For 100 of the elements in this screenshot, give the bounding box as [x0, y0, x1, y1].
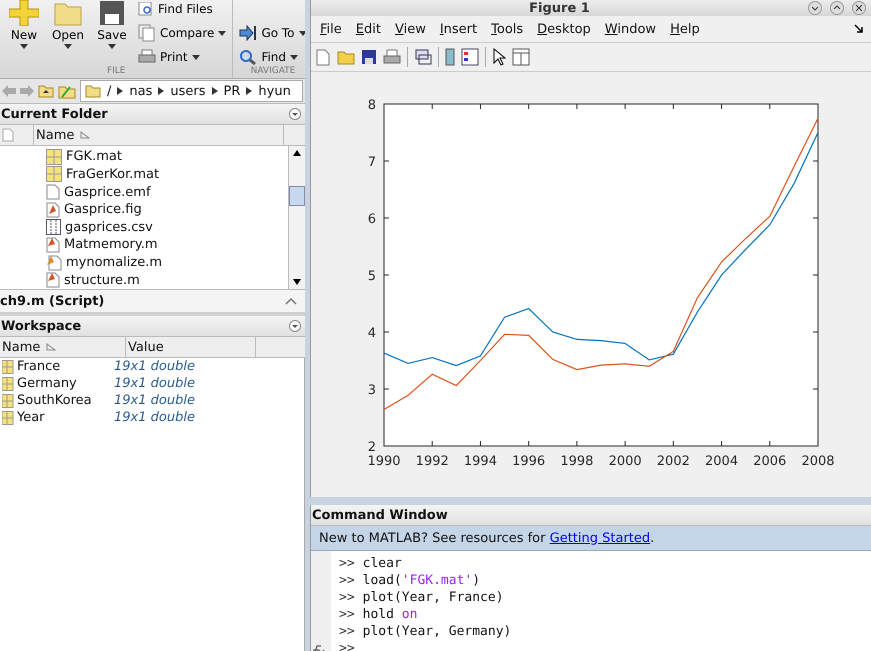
- folder-entry[interactable]: FGK.mat: [46, 148, 288, 166]
- column-header[interactable]: Value: [126, 337, 256, 357]
- command-text: load('FGK.mat'): [362, 573, 480, 588]
- dropdown-icon: [289, 108, 301, 120]
- y-tick-label: 2: [368, 440, 376, 455]
- menu-item[interactable]: Edit: [348, 22, 388, 36]
- command-text: hold on: [362, 607, 418, 622]
- figure-file-icon: [46, 202, 60, 218]
- folder-icon: [337, 49, 355, 65]
- legend-icon: [461, 48, 479, 66]
- section-label: NAVIGATE: [250, 66, 296, 78]
- variable-value: 19x1 double: [114, 410, 195, 425]
- folder-entry[interactable]: Gasprice.fig: [46, 200, 288, 218]
- file-icon: [46, 184, 60, 200]
- prompt: >>: [339, 641, 355, 651]
- x-tick-label: 2006: [753, 454, 786, 469]
- menu-item[interactable]: Desktop: [530, 22, 598, 36]
- menu-item[interactable]: Help: [663, 22, 707, 36]
- menu-item[interactable]: Window: [598, 22, 664, 36]
- y-tick-label: 7: [368, 155, 376, 170]
- file-icon: [2, 128, 14, 142]
- documents-icon: [138, 24, 156, 42]
- panel-title: Current Folder: [1, 106, 108, 122]
- toolstrip-button[interactable]: Save: [92, 0, 132, 66]
- caret-icon: [20, 44, 28, 49]
- floppy-icon: [99, 0, 125, 26]
- prompt: >>: [339, 624, 355, 639]
- dropdown-icon: [289, 320, 301, 332]
- getting-started-link[interactable]: Getting Started: [550, 530, 650, 546]
- column-header[interactable]: Name: [0, 337, 126, 357]
- x-tick-label: 1992: [416, 454, 449, 469]
- folder-entry[interactable]: structure.m: [46, 271, 288, 289]
- folder-entry[interactable]: gasprices.csv: [46, 218, 288, 236]
- folder-entry[interactable]: Gasprice.emf: [46, 183, 288, 201]
- y-tick-label: 4: [368, 326, 376, 341]
- panel-title: Workspace: [1, 318, 82, 334]
- link-icon: [414, 48, 432, 66]
- menu-item[interactable]: File: [313, 22, 349, 36]
- panel-icon: [512, 48, 530, 66]
- floppy-icon: [361, 49, 377, 65]
- variable-value: 19x1 double: [114, 359, 195, 374]
- command-text: plot(Year, Germany): [362, 624, 512, 639]
- notice-text: New to MATLAB? See resources for Getting Started.: [319, 530, 654, 546]
- variable-name[interactable]: Year: [0, 410, 114, 425]
- toolstrip-button[interactable]: Find: [237, 48, 305, 66]
- y-tick-label: 3: [368, 383, 376, 398]
- y-tick-label: 6: [368, 212, 376, 227]
- search-icon: [239, 49, 258, 65]
- sort-icon: [80, 131, 90, 139]
- toolstrip-button[interactable]: Find Files: [136, 0, 228, 18]
- window-title: Figure 1: [528, 0, 591, 16]
- x-tick-label: 1998: [560, 454, 594, 469]
- toolstrip-button[interactable]: Open: [48, 0, 88, 66]
- prompt: >>: [339, 590, 355, 605]
- variable-name[interactable]: France: [0, 359, 114, 374]
- prompt: >>: [339, 573, 355, 588]
- variable-icon: [2, 360, 14, 374]
- scrollbar-thumb[interactable]: [289, 186, 305, 206]
- printer-icon: [138, 49, 156, 65]
- x-tick-label: 1990: [367, 454, 401, 469]
- command-text: clear: [362, 556, 402, 571]
- menu-item[interactable]: Insert: [432, 22, 484, 36]
- toolstrip-button[interactable]: Compare: [136, 24, 228, 42]
- folder-entry[interactable]: FraGerKor.mat: [46, 166, 288, 184]
- variable-icon: [2, 410, 14, 424]
- pointer-icon: [492, 48, 506, 66]
- toolstrip-button[interactable]: Go To: [237, 24, 305, 42]
- sort-icon: [46, 343, 56, 351]
- arrow-icon: [239, 25, 258, 41]
- script-title: ch9.m (Script): [0, 294, 104, 308]
- x-tick-label: 2008: [801, 454, 835, 469]
- variable-icon: [2, 376, 14, 390]
- caret-icon: [64, 44, 72, 49]
- x-tick-label: 1996: [512, 454, 546, 469]
- caret-icon: [192, 54, 200, 60]
- variable-name[interactable]: Germany: [0, 376, 114, 391]
- folder-entry[interactable]: Matmemory.m: [46, 236, 288, 254]
- toolstrip-button[interactable]: Print: [136, 48, 228, 66]
- function-file-icon: [46, 254, 62, 271]
- chevron-icon: [117, 87, 124, 95]
- variable-name[interactable]: SouthKorea: [0, 393, 114, 408]
- script-file-icon: [46, 236, 60, 253]
- variable-value: 19x1 double: [114, 376, 195, 391]
- path-segment[interactable]: hyun: [258, 84, 291, 98]
- menu-item[interactable]: Tools: [484, 22, 530, 36]
- path-field[interactable]: / nas users PR hyun: [80, 80, 303, 102]
- path-segment[interactable]: /: [107, 84, 112, 98]
- colorbar-icon: [445, 48, 455, 66]
- panel-title: Command Window: [312, 508, 448, 522]
- chevron-icon: [246, 87, 252, 95]
- path-segment[interactable]: users: [170, 84, 206, 98]
- folder-icon: [85, 84, 101, 98]
- chevron-icon: [158, 87, 164, 95]
- x-tick-label: 1994: [464, 454, 497, 469]
- path-segment[interactable]: nas: [129, 84, 152, 98]
- menu-item[interactable]: View: [388, 22, 433, 36]
- toolstrip-button[interactable]: New: [4, 0, 44, 66]
- prompt: >>: [339, 556, 355, 571]
- folder-entry[interactable]: mynomalize.m: [46, 254, 288, 272]
- path-segment[interactable]: PR: [224, 84, 240, 98]
